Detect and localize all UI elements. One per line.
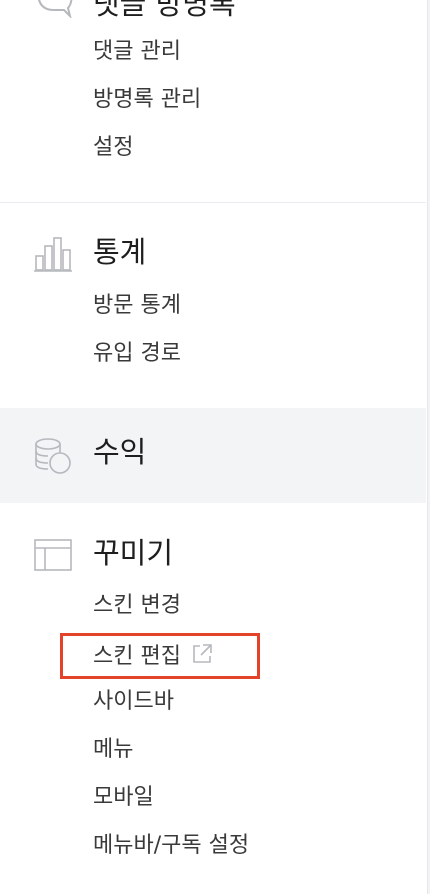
menu-item-sidebar[interactable]: 사이드바 [93,691,174,713]
coins-icon [34,437,74,479]
menu-item-mobile[interactable]: 모바일 [93,787,154,809]
layout-icon [34,539,72,575]
menu-item-visit-stats[interactable]: 방문 통계 [93,295,181,317]
section-revenue[interactable]: 수익 [0,408,426,503]
menu-item-comment-settings[interactable]: 설정 [93,137,133,159]
section-comments[interactable]: 댓글 방명록 [0,0,426,26]
section-title-comments: 댓글 방명록 [93,0,236,21]
section-title-stats: 통계 [93,235,147,269]
section-title-revenue: 수익 [93,435,147,469]
menu-item-menu[interactable]: 메뉴 [93,739,133,761]
section-stats[interactable]: 통계 [0,230,426,276]
menu-item-guestbook-manage[interactable]: 방명록 관리 [93,89,201,111]
section-title-decorate: 꾸미기 [93,536,174,570]
menu-item-skin-change[interactable]: 스킨 변경 [93,595,181,617]
speech-bubble-icon [34,0,74,22]
menu-item-comment-manage[interactable]: 댓글 관리 [93,41,181,63]
highlight-box [60,633,260,679]
divider [0,202,426,203]
menu-item-menubar-subscribe[interactable]: 메뉴바/구독 설정 [93,835,249,857]
bar-chart-icon [34,236,72,276]
section-decorate[interactable]: 꾸미기 [0,533,426,579]
menu-item-referrer[interactable]: 유입 경로 [93,343,181,365]
